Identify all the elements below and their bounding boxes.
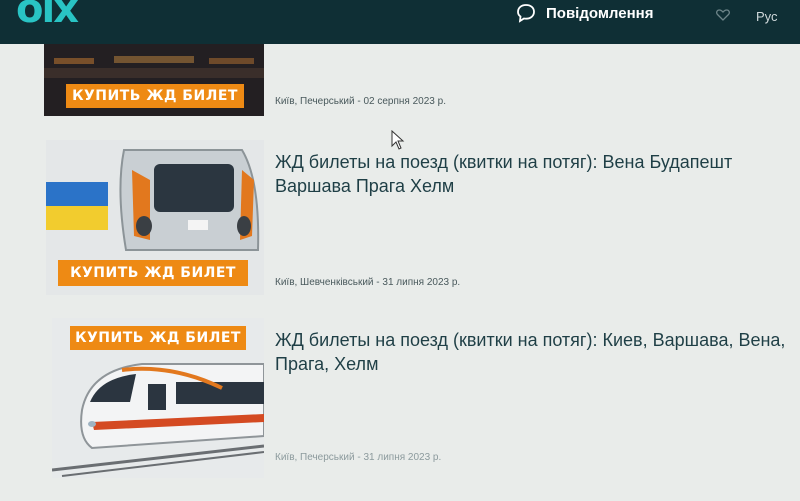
messages-link[interactable]: Повідомлення <box>516 2 653 24</box>
messages-label: Повідомлення <box>546 4 654 22</box>
listing-thumbnail[interactable]: КУПИТЬ ЖД БИЛЕТ <box>44 44 264 116</box>
listing-thumbnail[interactable]: КУПИТЬ ЖД БИЛЕТ <box>52 318 264 478</box>
listing-item[interactable]: КУПИТЬ ЖД БИЛЕТ ЖД билеты на поезд (квит… <box>0 140 800 300</box>
listing-item[interactable]: КУПИТЬ ЖД БИЛЕТ Київ, Печерський - 02 се… <box>0 44 800 116</box>
top-header: olx Повідомлення Рус <box>0 0 800 44</box>
language-switch[interactable]: Рус <box>756 9 778 24</box>
listing-item[interactable]: КУПИТЬ ЖД БИЛЕТ ЖД билеты на поезд (квит… <box>0 318 800 478</box>
promo-banner: КУПИТЬ ЖД БИЛЕТ <box>66 84 244 108</box>
olx-logo[interactable]: olx <box>16 0 79 32</box>
promo-banner: КУПИТЬ ЖД БИЛЕТ <box>70 326 246 350</box>
listing-title[interactable]: ЖД билеты на поезд (квитки на потяг): Ве… <box>275 150 795 198</box>
listing-title[interactable]: ЖД билеты на поезд (квитки на потяг): Ки… <box>275 328 795 376</box>
listing-meta: Київ, Печерський - 02 серпня 2023 р. <box>275 96 446 107</box>
listing-meta: Київ, Печерський - 31 липня 2023 р. <box>275 452 442 463</box>
chat-bubble-icon <box>516 3 536 23</box>
listing-meta: Київ, Шевченківський - 31 липня 2023 р. <box>275 277 461 288</box>
heart-icon[interactable] <box>716 8 730 21</box>
promo-banner: КУПИТЬ ЖД БИЛЕТ <box>58 260 248 286</box>
listing-thumbnail[interactable]: КУПИТЬ ЖД БИЛЕТ <box>46 140 264 295</box>
